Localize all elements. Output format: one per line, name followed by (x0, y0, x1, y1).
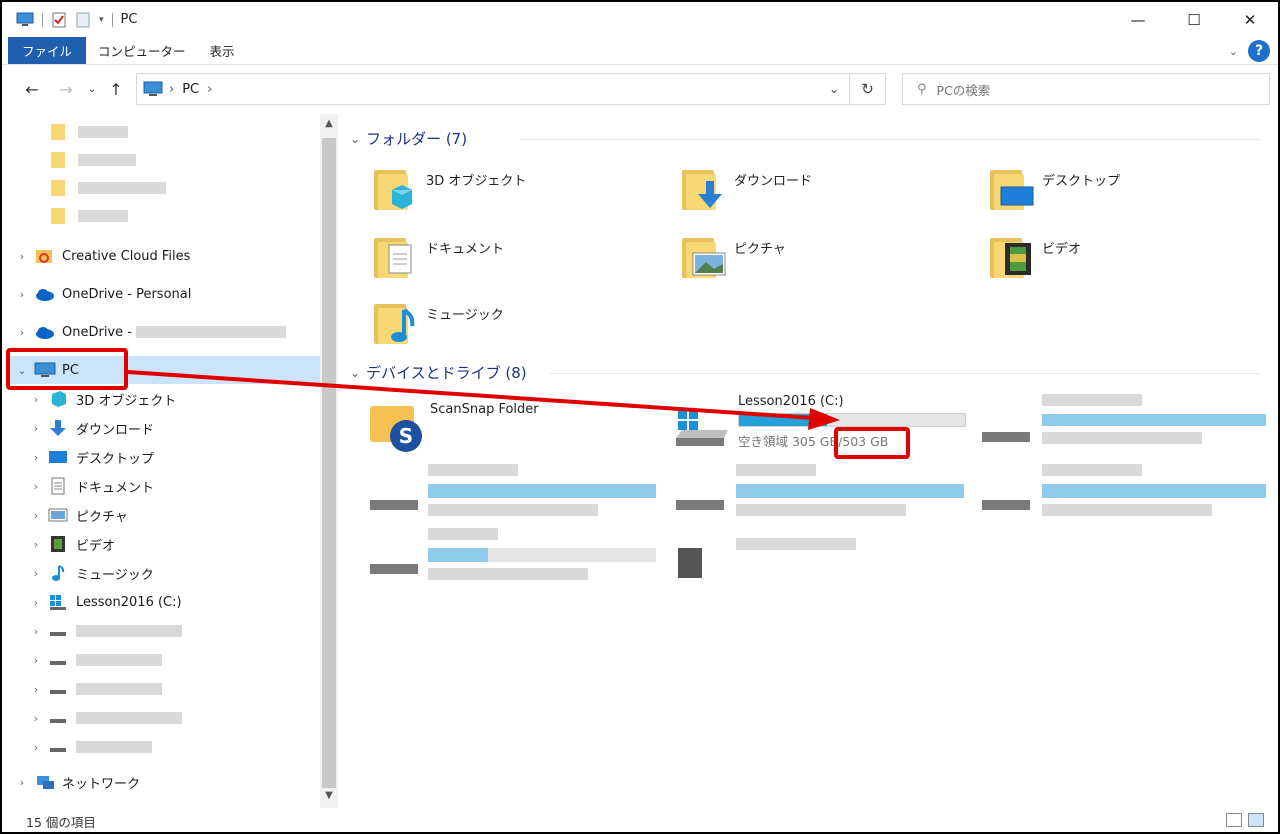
explorer-window: ▾ PC — ☐ ✕ ファイル コンピューター 表示 ⌄ ? ← → ⌄ ↑ ›… (0, 0, 1280, 834)
annotation-arrow (127, 370, 840, 430)
